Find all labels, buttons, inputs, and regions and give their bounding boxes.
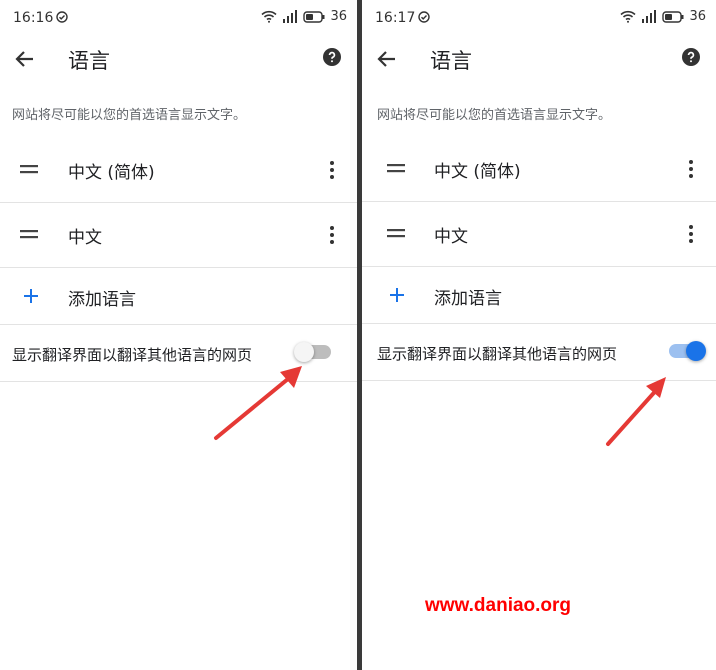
translate-toggle-switch[interactable]	[294, 342, 331, 362]
language-label: 中文 (简体)	[68, 163, 155, 183]
wifi-icon	[261, 10, 278, 23]
add-icon	[390, 288, 404, 302]
language-label: 中文	[434, 227, 468, 247]
description-text: 网站将尽可能以您的首选语言显示文字。	[377, 108, 612, 123]
back-arrow-icon[interactable]	[374, 46, 400, 72]
language-item[interactable]: 中文 (简体)	[362, 137, 716, 202]
translate-setting-label: 显示翻译界面以翻译其他语言的网页	[12, 346, 253, 364]
toggle-knob	[294, 342, 314, 362]
language-label: 中文	[68, 228, 102, 248]
sync-check-icon	[418, 11, 430, 23]
status-bar: 16:17 36	[362, 0, 716, 36]
more-vert-icon[interactable]	[688, 224, 694, 244]
battery-icon	[303, 10, 325, 23]
drag-handle-icon[interactable]	[20, 165, 38, 175]
battery-level: 36	[689, 9, 706, 24]
app-bar: 语言	[362, 36, 716, 82]
page-title: 语言	[430, 49, 472, 73]
language-item[interactable]: 中文 (简体)	[0, 138, 357, 203]
drag-handle-icon[interactable]	[387, 164, 405, 174]
back-arrow-icon[interactable]	[12, 46, 38, 72]
translate-toggle-switch[interactable]	[669, 341, 706, 361]
status-time: 16:16	[13, 10, 54, 26]
language-item[interactable]: 中文	[362, 202, 716, 267]
language-item[interactable]: 中文	[0, 203, 357, 268]
status-time: 16:17	[375, 10, 416, 26]
drag-handle-icon[interactable]	[20, 230, 38, 240]
settings-screen-after: 16:17 36 语言 网站将尽可能以您的首选语言显示文字。 中文 (简体) 中…	[362, 0, 716, 670]
more-vert-icon[interactable]	[688, 159, 694, 179]
toggle-knob	[686, 341, 706, 361]
status-bar: 16:16 36	[0, 0, 357, 36]
watermark-text: www.daniao.org	[425, 595, 572, 616]
sync-check-icon	[56, 11, 68, 23]
page-title: 语言	[68, 49, 110, 73]
wifi-icon	[620, 10, 637, 23]
red-arrow-annotation	[606, 377, 666, 446]
settings-screen-before: 16:16 36 语言 网站将尽可能以您的首选语言显示文字。 中文 (简体) 中…	[0, 0, 357, 670]
more-vert-icon[interactable]	[329, 160, 335, 180]
help-icon[interactable]	[323, 48, 341, 66]
description-text: 网站将尽可能以您的首选语言显示文字。	[12, 108, 247, 123]
translate-setting-row[interactable]: 显示翻译界面以翻译其他语言的网页	[362, 324, 716, 381]
app-bar: 语言	[0, 36, 357, 82]
signal-icon	[642, 10, 657, 23]
add-language-label: 添加语言	[68, 290, 136, 310]
language-label: 中文 (简体)	[434, 162, 521, 182]
help-icon[interactable]	[682, 48, 700, 66]
signal-icon	[283, 10, 298, 23]
drag-handle-icon[interactable]	[387, 229, 405, 239]
add-language-label: 添加语言	[434, 289, 502, 309]
add-icon	[24, 289, 38, 303]
battery-icon	[662, 10, 684, 23]
translate-setting-row[interactable]: 显示翻译界面以翻译其他语言的网页	[0, 325, 357, 382]
translate-setting-label: 显示翻译界面以翻译其他语言的网页	[377, 345, 618, 363]
battery-level: 36	[330, 9, 347, 24]
add-language-button[interactable]: 添加语言	[362, 267, 716, 324]
add-language-button[interactable]: 添加语言	[0, 268, 357, 325]
more-vert-icon[interactable]	[329, 225, 335, 245]
